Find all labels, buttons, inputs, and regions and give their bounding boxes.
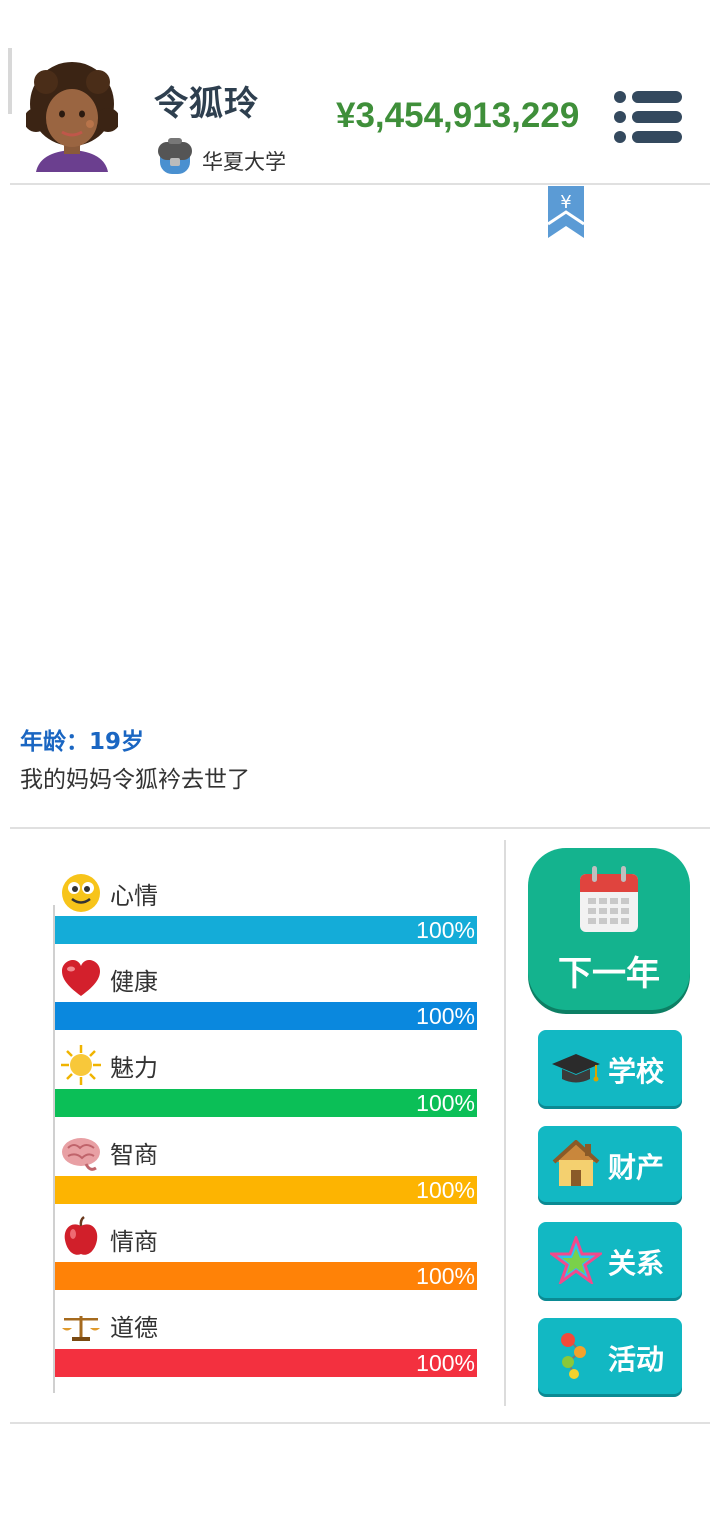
smiley-icon xyxy=(62,874,100,912)
stat-bar-iq: 100% xyxy=(55,1176,477,1204)
sun-icon xyxy=(61,1045,101,1085)
stat-value-eq: 100% xyxy=(416,1263,475,1289)
stat-label-morality: 道德 xyxy=(110,1314,158,1342)
stat-bar-health: 100% xyxy=(55,1002,477,1030)
property-button-label: 财产 xyxy=(608,1151,665,1184)
stat-bar-charm: 100% xyxy=(55,1089,477,1117)
stat-label-eq: 情商 xyxy=(110,1228,158,1256)
stat-label-health: 健康 xyxy=(110,968,158,996)
log-age-heading: 年龄：19岁 xyxy=(20,729,145,755)
footer-divider xyxy=(10,1422,710,1424)
scales-icon xyxy=(62,1316,100,1341)
stat-bar-fill-iq xyxy=(55,1176,477,1204)
graduation-cap-icon xyxy=(552,1054,600,1083)
calendar-icon xyxy=(580,866,638,932)
log-event-message: 我的妈妈令狐衿去世了 xyxy=(20,767,250,793)
svg-text:¥: ¥ xyxy=(560,192,571,213)
next-year-label: 下一年 xyxy=(558,954,660,994)
player-name: 令狐玲 xyxy=(154,84,259,124)
stat-bar-fill-eq xyxy=(55,1262,477,1290)
log-divider xyxy=(10,827,710,829)
brain-icon xyxy=(62,1138,100,1171)
relations-button-label: 关系 xyxy=(608,1247,665,1280)
stat-value-charm: 100% xyxy=(416,1090,475,1116)
money-balance: ¥3,454,913,229 xyxy=(336,96,580,135)
next-year-button[interactable]: 下一年 xyxy=(528,848,690,1010)
stat-value-health: 100% xyxy=(416,1003,475,1029)
stat-value-iq: 100% xyxy=(416,1177,475,1203)
school-name: 华夏大学 xyxy=(202,150,286,174)
player-avatar[interactable] xyxy=(26,60,118,172)
house-icon xyxy=(552,1140,600,1186)
panel-divider xyxy=(504,840,506,1406)
apple-icon xyxy=(64,1216,98,1255)
school-button-label: 学校 xyxy=(608,1055,665,1088)
stat-bar-fill-charm xyxy=(55,1089,477,1117)
stat-label-mood: 心情 xyxy=(110,882,158,910)
star-icon xyxy=(550,1236,602,1284)
stat-bar-fill-mood xyxy=(55,916,477,944)
header-divider xyxy=(10,183,710,185)
school-bag-icon xyxy=(158,138,192,174)
stat-bar-fill-health xyxy=(55,1002,477,1030)
stat-bar-fill-morality xyxy=(55,1349,477,1377)
property-button[interactable]: 财产 xyxy=(538,1126,682,1202)
stat-value-morality: 100% xyxy=(416,1350,475,1376)
stat-bar-eq: 100% xyxy=(55,1262,477,1290)
stat-value-mood: 100% xyxy=(416,917,475,943)
stat-label-iq: 智商 xyxy=(110,1141,158,1169)
left-edge-divider xyxy=(8,48,12,114)
stat-bar-mood: 100% xyxy=(55,916,477,944)
stat-bar-morality: 100% xyxy=(55,1349,477,1377)
activities-button[interactable]: 活动 xyxy=(538,1318,682,1394)
menu-button[interactable] xyxy=(612,90,684,144)
stat-label-charm: 魅力 xyxy=(110,1054,158,1082)
relations-button[interactable]: 关系 xyxy=(538,1222,682,1298)
stats-left-rule xyxy=(53,905,55,1393)
money-bookmark-icon[interactable]: ¥ xyxy=(546,186,586,238)
school-button[interactable]: 学校 xyxy=(538,1030,682,1106)
activity-dots-icon xyxy=(561,1333,586,1379)
activities-button-label: 活动 xyxy=(608,1343,665,1376)
heart-icon xyxy=(62,960,100,996)
